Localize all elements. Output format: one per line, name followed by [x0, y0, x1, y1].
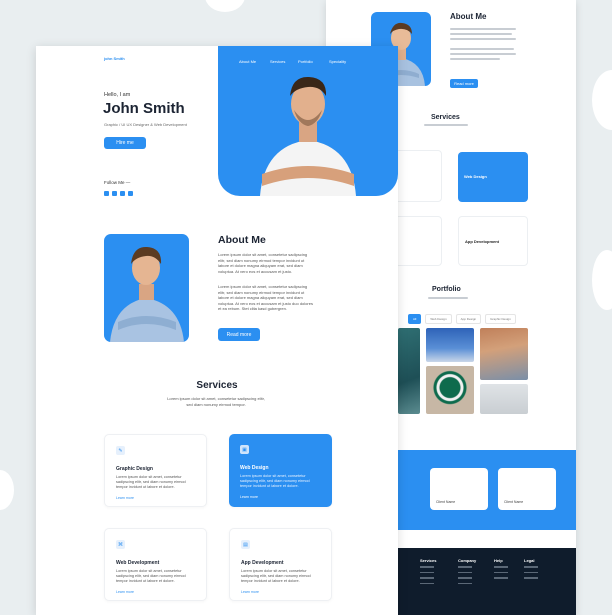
about-photo	[104, 234, 189, 342]
footer-column: Help	[494, 558, 508, 583]
portfolio-image[interactable]	[426, 328, 474, 362]
learn-more-link[interactable]: Learn more	[241, 590, 259, 594]
services-title: Services	[196, 380, 238, 391]
service-card-app-development[interactable]: ▤ App Development Lorem ipsum dolor sit …	[229, 528, 332, 601]
nav-link-speciality[interactable]: Speciality	[329, 59, 346, 64]
portfolio-image[interactable]	[480, 328, 528, 380]
footer-column: Services	[420, 558, 436, 588]
background-blob	[0, 470, 14, 510]
footer-column: Legal	[524, 558, 538, 583]
hero-greeting: Hello, I am	[104, 92, 131, 98]
portfolio-tab[interactable]: All	[408, 314, 422, 324]
back-service-card-web-design[interactable]: Web Design	[458, 152, 528, 202]
web-design-icon: ▣	[240, 445, 249, 454]
about-person-image	[110, 246, 184, 342]
nav-link-services[interactable]: Services	[270, 59, 285, 64]
footer-column: Company	[458, 558, 476, 588]
text-line	[450, 58, 500, 60]
hero-panel	[218, 46, 398, 196]
background-blob	[592, 250, 612, 310]
follow-label: Follow Me —	[104, 180, 131, 185]
services-subtitle: Lorem ipsum dolor sit amet, consetetur s…	[167, 396, 265, 407]
back-portfolio-title: Portfolio	[432, 286, 461, 293]
learn-more-link[interactable]: Learn more	[116, 590, 134, 594]
service-card-web-design[interactable]: ▣ Web Design Lorem ipsum dolor sit amet,…	[229, 434, 332, 507]
learn-more-link[interactable]: Learn more	[116, 496, 134, 500]
portfolio-image[interactable]	[426, 366, 474, 414]
about-paragraph-2: Lorem ipsum dolor sit amet, consetetur s…	[218, 284, 313, 312]
hero-person-image	[260, 76, 356, 196]
nav-link-portfolio[interactable]: Portfolio	[298, 59, 313, 64]
hire-me-button[interactable]: Hire me	[104, 137, 146, 149]
text-line	[424, 124, 468, 126]
testimonials-section: Client Name Client Name	[398, 450, 576, 530]
portfolio-image[interactable]	[480, 384, 528, 414]
portfolio-tab[interactable]: App Design	[455, 314, 482, 324]
text-line	[450, 38, 516, 40]
text-line	[428, 297, 468, 299]
back-services-title: Services	[431, 114, 460, 121]
footer: Services Company Help Legal	[398, 548, 576, 615]
text-line	[450, 48, 514, 50]
portfolio-tabs: All Web Design App Design Graphic Design	[408, 314, 516, 324]
graphic-design-icon: ✎	[116, 446, 125, 455]
testimonial-card: Client Name	[498, 468, 556, 510]
about-paragraph-1: Lorem ipsum dolor sit amet, consetetur s…	[218, 252, 308, 274]
facebook-icon[interactable]	[104, 191, 109, 196]
site-logo[interactable]: john Smith	[104, 56, 125, 61]
back-service-card-app-development[interactable]: App Development	[458, 216, 528, 266]
service-card-web-development[interactable]: ⌘ Web Development Lorem ipsum dolor sit …	[104, 528, 207, 601]
back-about-title: About Me	[450, 12, 487, 21]
linkedin-icon[interactable]	[120, 191, 125, 196]
portfolio-image[interactable]	[398, 328, 420, 414]
twitter-icon[interactable]	[112, 191, 117, 196]
web-development-icon: ⌘	[116, 540, 125, 549]
back-read-more-button[interactable]: Read more	[450, 79, 478, 88]
hero-name: John Smith	[103, 100, 185, 117]
background-blob	[592, 70, 612, 130]
background-blob	[205, 0, 245, 12]
text-line	[450, 53, 516, 55]
portfolio-tab[interactable]: Graphic Design	[485, 314, 516, 324]
portfolio-tab[interactable]: Web Design	[425, 314, 452, 324]
app-development-icon: ▤	[241, 540, 250, 549]
about-title: About Me	[218, 234, 266, 246]
service-card-graphic-design[interactable]: ✎ Graphic Design Lorem ipsum dolor sit a…	[104, 434, 207, 507]
read-more-button[interactable]: Read more	[218, 328, 260, 341]
testimonial-card: Client Name	[430, 468, 488, 510]
hero-role: Graphic / UI UX Designer & Web Developme…	[104, 122, 187, 127]
nav-link-about[interactable]: About Me	[239, 59, 256, 64]
learn-more-link[interactable]: Learn more	[240, 495, 258, 499]
front-page: john Smith About Me Services Portfolio S…	[36, 46, 398, 615]
instagram-icon[interactable]	[128, 191, 133, 196]
text-line	[450, 28, 516, 30]
text-line	[450, 33, 512, 35]
